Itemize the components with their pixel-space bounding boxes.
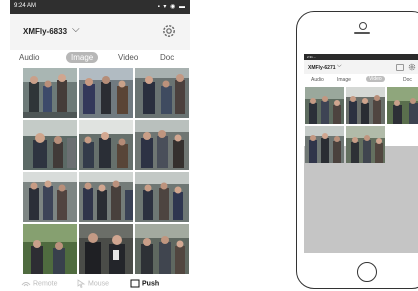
nav-remote[interactable]: Remote <box>21 279 58 288</box>
tab-doc[interactable]: Doc <box>160 53 174 62</box>
video-grid <box>304 86 418 163</box>
tab-doc[interactable]: Doc <box>403 77 412 83</box>
image-thumbnail[interactable] <box>79 120 133 170</box>
media-tabs: Audio Image Video Doc <box>304 74 418 86</box>
earpiece <box>354 32 370 34</box>
image-thumbnail[interactable] <box>23 68 77 118</box>
image-thumbnail[interactable] <box>23 172 77 222</box>
media-tabs: Audio Image Video Doc <box>10 50 190 68</box>
status-bar: 9:24 AM ▪ ▾ ◉ ▬ <box>10 0 190 14</box>
image-thumbnail[interactable] <box>135 224 189 274</box>
front-camera-icon <box>359 22 367 30</box>
tab-video[interactable]: Video <box>366 76 385 82</box>
nav-push-label: Push <box>142 280 160 288</box>
image-thumbnail[interactable] <box>135 68 189 118</box>
image-thumbnail[interactable] <box>135 120 189 170</box>
image-thumbnail[interactable] <box>135 172 189 222</box>
video-thumbnail[interactable] <box>346 126 385 163</box>
status-time: 2:31 ∙∙∙ <box>307 55 317 59</box>
phone-mockup: 2:31 ∙∙∙ ▪ ▾ ▬ XMFly-6271 ⌵ Audio Image … <box>296 11 418 289</box>
status-time: 9:24 AM <box>14 3 37 9</box>
image-grid <box>23 68 191 274</box>
image-thumbnail[interactable] <box>23 120 77 170</box>
tab-video[interactable]: Video <box>118 53 138 62</box>
bottom-nav: Remote Mouse Push <box>10 274 190 291</box>
nav-remote-label: Remote <box>33 280 58 288</box>
push-icon <box>130 279 140 288</box>
gear-icon[interactable] <box>161 23 177 39</box>
video-thumbnail[interactable] <box>346 87 385 124</box>
device-name[interactable]: XMFly-6271 <box>308 65 336 71</box>
header-bar: XMFly-6271 ⌵ <box>304 60 418 74</box>
left-app-screen: 9:24 AM ▪ ▾ ◉ ▬ XMFly-6833 ⌵ Audio Image… <box>10 0 190 291</box>
phone-screen: 2:31 ∙∙∙ ▪ ▾ ▬ XMFly-6271 ⌵ Audio Image … <box>304 54 418 253</box>
image-thumbnail[interactable] <box>79 172 133 222</box>
image-thumbnail[interactable] <box>23 224 77 274</box>
video-thumbnail[interactable] <box>305 126 344 163</box>
video-thumbnail[interactable] <box>387 87 418 124</box>
chevron-down-icon[interactable]: ⌵ <box>72 24 80 35</box>
tab-audio[interactable]: Audio <box>311 77 324 83</box>
chevron-down-icon[interactable]: ⌵ <box>337 63 342 70</box>
header-bar: XMFly-6833 ⌵ <box>10 14 190 50</box>
image-thumbnail[interactable] <box>79 68 133 118</box>
tab-audio[interactable]: Audio <box>19 53 39 62</box>
remote-icon <box>21 282 31 287</box>
device-name[interactable]: XMFly-6833 <box>23 27 67 36</box>
mouse-icon <box>77 279 86 288</box>
cast-icon[interactable] <box>396 64 404 71</box>
image-thumbnail[interactable] <box>79 224 133 274</box>
nav-mouse[interactable]: Mouse <box>76 279 109 288</box>
nav-push[interactable]: Push <box>130 279 159 288</box>
nav-mouse-label: Mouse <box>88 280 110 288</box>
video-thumbnail[interactable] <box>305 87 344 124</box>
gear-icon[interactable] <box>408 63 416 71</box>
tab-image[interactable]: Image <box>337 77 351 83</box>
tab-image[interactable]: Image <box>66 52 99 63</box>
status-icons: ▪ ▾ ◉ ▬ <box>157 4 186 10</box>
home-button[interactable] <box>357 262 377 282</box>
